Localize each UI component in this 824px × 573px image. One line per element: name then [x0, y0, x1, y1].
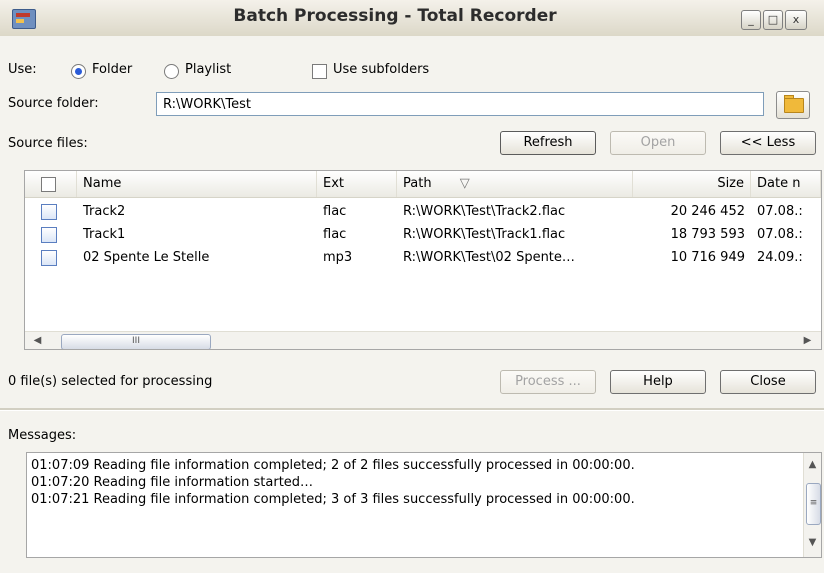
scroll-right-icon[interactable]: ▶	[799, 333, 816, 349]
selection-status: 0 file(s) selected for processing	[8, 374, 213, 389]
open-button[interactable]: Open	[610, 131, 706, 155]
refresh-button[interactable]: Refresh	[500, 131, 596, 155]
file-size: 10 716 949	[670, 250, 745, 265]
source-folder-input[interactable]: R:\WORK\Test	[156, 92, 764, 116]
log-line: 01:07:21 Reading file information comple…	[31, 492, 635, 507]
file-date: 07.08.:	[757, 227, 803, 242]
row-checkbox[interactable]	[41, 227, 57, 243]
horizontal-scrollbar[interactable]: ◀ III ▶	[25, 331, 821, 349]
file-path: R:\WORK\Test\02 Spente…	[403, 250, 575, 265]
row-checkbox[interactable]	[41, 250, 57, 266]
row-checkbox[interactable]	[41, 204, 57, 220]
playlist-radio[interactable]	[164, 64, 179, 79]
file-path: R:\WORK\Test\Track1.flac	[403, 227, 566, 242]
sort-descending-icon: ▽	[459, 176, 470, 191]
table-row[interactable]: Track1 flac R:\WORK\Test\Track1.flac 18 …	[25, 224, 821, 246]
title-bar[interactable]: Batch Processing - Total Recorder _ □ x	[0, 0, 824, 37]
column-header-path-label: Path	[403, 176, 432, 191]
window-title: Batch Processing - Total Recorder	[233, 6, 557, 26]
splitter[interactable]	[0, 408, 824, 411]
playlist-radio-label[interactable]: Playlist	[185, 62, 231, 77]
column-header-name[interactable]: Name	[77, 171, 317, 197]
vertical-scroll-thumb[interactable]: ≡	[806, 483, 821, 525]
less-button[interactable]: << Less	[720, 131, 816, 155]
log-line: 01:07:09 Reading file information comple…	[31, 458, 635, 473]
scroll-down-icon[interactable]: ▼	[804, 535, 821, 551]
file-name: Track2	[83, 204, 126, 219]
minimize-button[interactable]: _	[741, 10, 761, 30]
table-row[interactable]: Track2 flac R:\WORK\Test\Track2.flac 20 …	[25, 201, 821, 223]
file-date: 24.09.:	[757, 250, 803, 265]
column-header-ext[interactable]: Ext	[317, 171, 397, 197]
select-all-header[interactable]	[25, 171, 77, 197]
column-header-size[interactable]: Size	[633, 171, 751, 197]
help-button[interactable]: Help	[610, 370, 706, 394]
source-files-list[interactable]: Name Ext Path ▽ Size Date n Track2 flac …	[24, 170, 822, 350]
close-window-button[interactable]: x	[785, 10, 807, 30]
vertical-scrollbar[interactable]: ▲ ≡ ▼	[803, 453, 821, 557]
file-ext: mp3	[323, 250, 353, 265]
file-date: 07.08.:	[757, 204, 803, 219]
messages-label: Messages:	[8, 428, 77, 443]
use-subfolders-checkbox[interactable]	[312, 64, 327, 79]
horizontal-scroll-thumb[interactable]: III	[61, 334, 211, 349]
messages-log[interactable]: 01:07:09 Reading file information comple…	[26, 452, 822, 558]
close-button[interactable]: Close	[720, 370, 816, 394]
file-ext: flac	[323, 227, 347, 242]
file-path: R:\WORK\Test\Track2.flac	[403, 204, 566, 219]
file-size: 20 246 452	[670, 204, 745, 219]
file-name: Track1	[83, 227, 126, 242]
list-header: Name Ext Path ▽ Size Date n	[25, 171, 821, 198]
table-row[interactable]: 02 Spente Le Stelle mp3 R:\WORK\Test\02 …	[25, 247, 821, 269]
process-button[interactable]: Process ...	[500, 370, 596, 394]
maximize-button[interactable]: □	[763, 10, 783, 30]
use-subfolders-label[interactable]: Use subfolders	[333, 62, 429, 77]
file-name: 02 Spente Le Stelle	[83, 250, 210, 265]
browse-folder-button[interactable]	[776, 91, 810, 119]
source-folder-label: Source folder:	[8, 96, 99, 111]
use-label: Use:	[8, 62, 37, 77]
folder-radio-label[interactable]: Folder	[92, 62, 132, 77]
select-all-checkbox[interactable]	[41, 177, 56, 192]
scroll-left-icon[interactable]: ◀	[29, 333, 46, 349]
file-size: 18 793 593	[670, 227, 745, 242]
column-header-date[interactable]: Date n	[751, 171, 821, 197]
column-header-path[interactable]: Path ▽	[397, 171, 633, 197]
folder-radio[interactable]	[71, 64, 86, 79]
scroll-up-icon[interactable]: ▲	[804, 457, 821, 473]
log-line: 01:07:20 Reading file information starte…	[31, 475, 314, 490]
source-files-label: Source files:	[8, 136, 88, 151]
file-ext: flac	[323, 204, 347, 219]
batch-processing-window: Batch Processing - Total Recorder _ □ x …	[0, 0, 824, 573]
